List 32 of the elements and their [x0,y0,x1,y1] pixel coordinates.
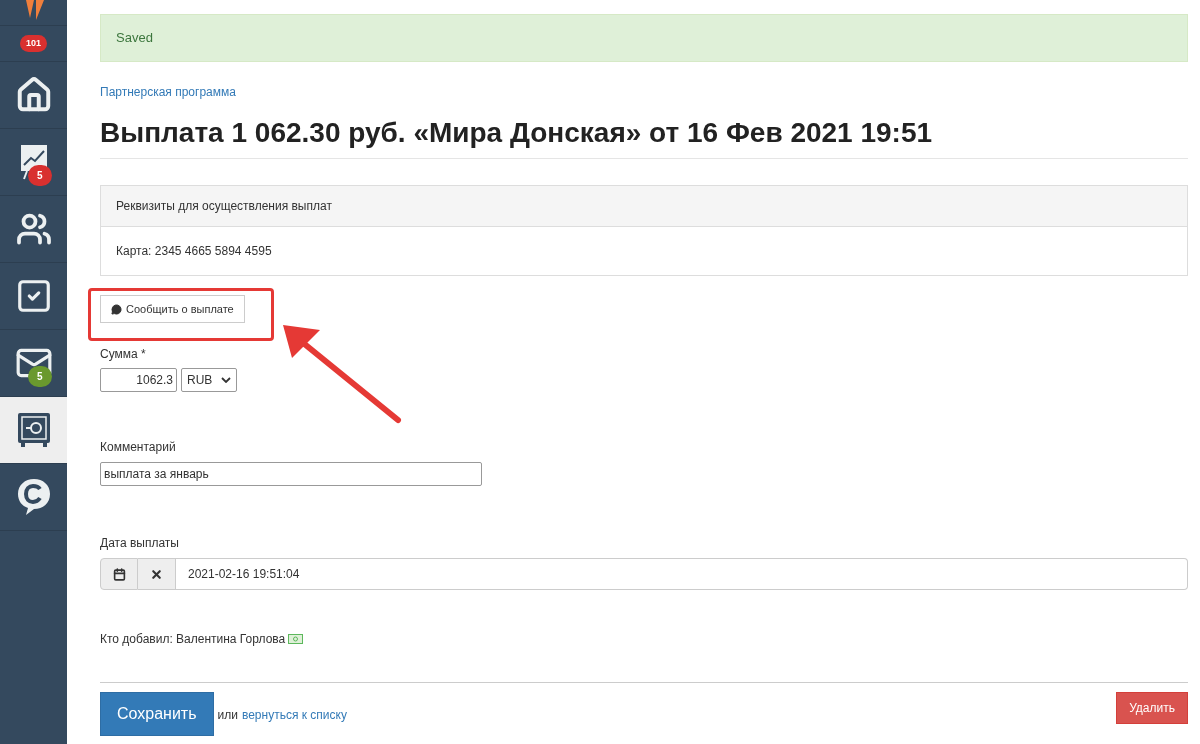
chat-logo-icon [16,478,51,516]
notify-button[interactable]: Сообщить о выплате [100,295,245,323]
date-input[interactable]: 2021-02-16 19:51:04 [176,558,1188,590]
chevron-icon [221,377,231,383]
panel-heading: Реквизиты для осуществления выплат [101,186,1187,227]
notification-badge: 101 [20,34,47,53]
users-icon [15,211,52,247]
delete-button[interactable]: Удалить [1116,692,1188,724]
close-icon [150,567,163,581]
success-alert: Saved [100,14,1188,62]
safe-icon [16,412,51,448]
comment-label: Комментарий [100,439,176,456]
or-text: или [217,707,238,724]
back-link[interactable]: вернуться к списку [241,706,347,724]
currency-select[interactable]: RUB [181,368,237,392]
amount-label: Сумма * [100,346,146,363]
count-badge: 5 [28,366,52,387]
page-title: Выплата 1 062.30 руб. «Мира Донская» от 16 Фев 2021 19:51 [100,116,934,150]
save-button[interactable]: Сохранить [100,692,214,736]
calendar-icon [112,567,126,581]
clear-button[interactable] [138,558,176,590]
banknote-icon [288,634,304,644]
card-number: Карта: 2345 4665 5894 4595 [115,243,273,260]
amount-input[interactable]: 1062.3 [100,368,177,392]
added-by-text: Кто добавил: Валентина Горлова [100,631,286,648]
comment-input[interactable]: выплата за январь [100,462,482,486]
date-label: Дата выплаты [100,535,179,552]
sidebar-item[interactable] [0,397,67,464]
count-badge: 5 [28,165,52,186]
speech-bubble-icon [111,303,122,315]
breadcrumb-link[interactable]: Партнерская программа [100,83,236,101]
calendar-button[interactable] [100,558,138,590]
